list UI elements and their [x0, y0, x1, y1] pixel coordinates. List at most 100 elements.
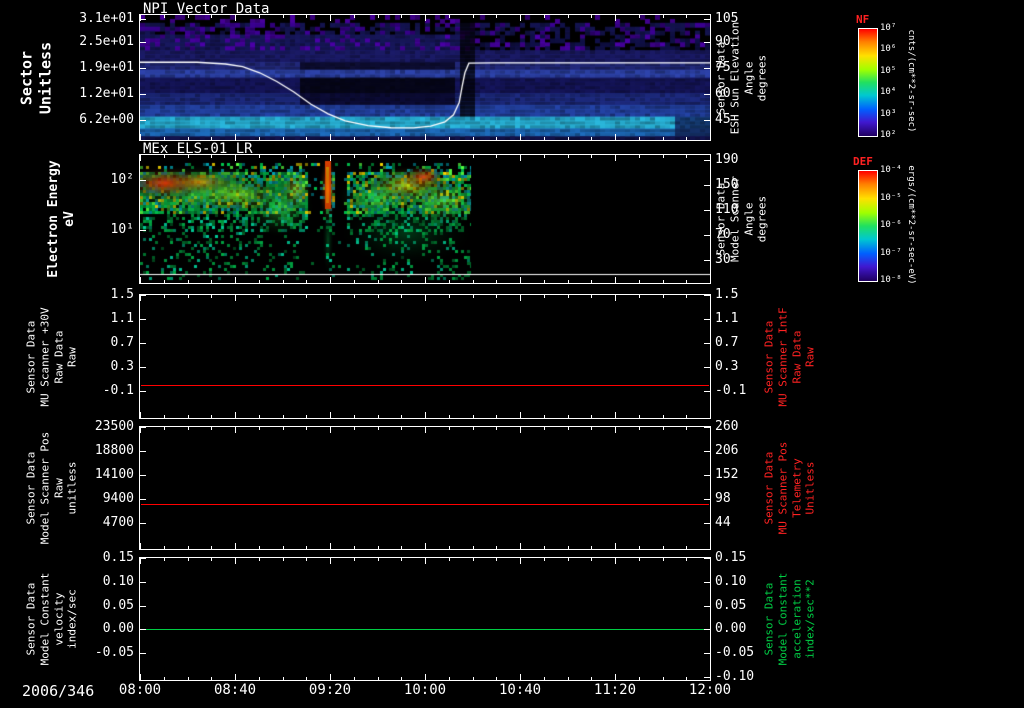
x-axis-tick: [330, 674, 331, 680]
x-axis-tick: [543, 415, 545, 418]
left-axis-label: Sensor Data MU Scanner +30V Raw Data Raw: [24, 306, 79, 407]
x-axis-tick: [520, 558, 521, 564]
panel-npi-title: NPI Vector Data: [143, 1, 270, 17]
x-axis-time-label: 08:00: [118, 682, 162, 698]
x-axis-tick: [353, 295, 355, 298]
x-axis-tick: [472, 280, 474, 283]
constant-data-line: [141, 385, 709, 386]
x-axis-tick: [258, 677, 260, 680]
x-axis-tick: [567, 677, 569, 680]
x-axis-tick: [211, 546, 213, 549]
x-axis-tick: [448, 546, 450, 549]
x-axis-tick: [401, 546, 403, 549]
x-axis-tick: [330, 15, 331, 21]
x-axis-tick: [472, 15, 474, 18]
y-axis-tick-label: 6.2e+00: [79, 112, 134, 127]
x-axis-tick: [425, 134, 426, 140]
x-axis-tick: [543, 427, 545, 430]
plot-panel-frame: [139, 426, 711, 550]
x-axis-tick: [140, 155, 141, 161]
x-axis-tick: [353, 137, 355, 140]
y-axis-tick: [140, 499, 146, 500]
x-axis-tick: [496, 427, 498, 430]
x-axis-tick: [496, 280, 498, 283]
x-axis-tick: [211, 415, 213, 418]
x-axis-tick: [211, 280, 213, 283]
x-axis-tick: [448, 427, 450, 430]
y-axis-tick: [704, 391, 710, 392]
x-axis-tick: [543, 155, 545, 158]
x-axis-tick: [686, 280, 688, 283]
x-axis-tick: [187, 295, 189, 298]
x-axis-tick: [686, 558, 688, 561]
y-axis-tick: [140, 19, 146, 20]
x-axis-tick: [258, 415, 260, 418]
x-axis-tick: [140, 15, 141, 21]
science-multipanel-plot: NPI Vector Data MEx ELS-01 LR 3.1e+01 2.5…: [0, 0, 1024, 708]
x-axis-tick: [615, 155, 616, 161]
left-axis-label: Sensor Data Model Scanner Pos Raw unitle…: [24, 431, 79, 545]
x-axis-tick: [282, 415, 284, 418]
x-axis-tick: [638, 280, 640, 283]
y-axis-tick-label: 2.5e+01: [79, 34, 134, 49]
x-axis-tick: [140, 277, 141, 283]
x-axis-tick: [377, 427, 379, 430]
y-axis-tick: [140, 653, 146, 654]
x-axis-tick: [163, 415, 165, 418]
x-axis-tick: [496, 137, 498, 140]
x-axis-tick: [662, 415, 664, 418]
y-axis-tick: [704, 94, 710, 95]
x-axis-tick: [448, 280, 450, 283]
y-axis-tick-label: 3.1e+01: [79, 10, 134, 26]
x-axis-tick: [615, 15, 616, 21]
x-axis-tick: [306, 295, 308, 298]
x-axis-tick: [591, 155, 593, 158]
x-axis-tick: [543, 137, 545, 140]
x-axis-tick: [567, 155, 569, 158]
x-axis-tick: [401, 280, 403, 283]
x-axis-tick: [187, 558, 189, 561]
x-axis-tick: [496, 15, 498, 18]
x-axis-tick: [258, 558, 260, 561]
x-axis-tick: [282, 155, 284, 158]
x-axis-tick: [543, 15, 545, 18]
left-axis-label: Sensor Data Model Constant velocity inde…: [24, 572, 79, 666]
x-axis-date-label: 2006/346: [22, 682, 95, 700]
y-axis-tick: [704, 185, 710, 186]
y-axis-tick: [140, 629, 146, 630]
x-axis-tick: [662, 155, 664, 158]
x-axis-tick: [258, 546, 260, 549]
x-axis-tick: [377, 558, 379, 561]
y-axis-tick-label: 1.9e+01: [79, 60, 134, 75]
y-axis-tick: [704, 475, 710, 476]
x-axis-tick: [377, 295, 379, 298]
y-axis-tick: [704, 19, 710, 20]
x-axis-tick: [425, 295, 426, 301]
x-axis-tick: [591, 137, 593, 140]
x-axis-tick: [686, 415, 688, 418]
x-axis-tick: [448, 415, 450, 418]
x-axis-tick: [163, 280, 165, 283]
y-axis-tick: [140, 120, 146, 121]
y-axis-tick: [140, 606, 146, 607]
y-axis-tick-label: 0.15: [715, 550, 747, 565]
y-axis-tick: [140, 391, 146, 392]
x-axis-tick: [377, 415, 379, 418]
x-axis-tick: [686, 137, 688, 140]
x-axis-tick: [615, 277, 616, 283]
x-axis-tick: [353, 677, 355, 680]
x-axis-tick: [377, 677, 379, 680]
left-axis-label: Sector Unitless: [17, 41, 54, 114]
x-axis-time-label: 08:40: [213, 682, 257, 698]
x-axis-tick: [282, 137, 284, 140]
x-axis-tick: [258, 295, 260, 298]
x-axis-tick: [401, 415, 403, 418]
colorbar-tick-label: 10⁻⁵: [880, 192, 902, 203]
right-axis-label: Sensor Data Model Scanner Angle degrees: [714, 175, 769, 263]
x-axis-tick: [330, 558, 331, 564]
x-axis-tick: [353, 558, 355, 561]
x-axis-tick: [662, 427, 664, 430]
panel-els-title: MEx ELS-01 LR: [143, 141, 253, 157]
colorbar-tick-label: 10⁷: [880, 23, 897, 33]
plot-panel-frame: [139, 557, 711, 681]
